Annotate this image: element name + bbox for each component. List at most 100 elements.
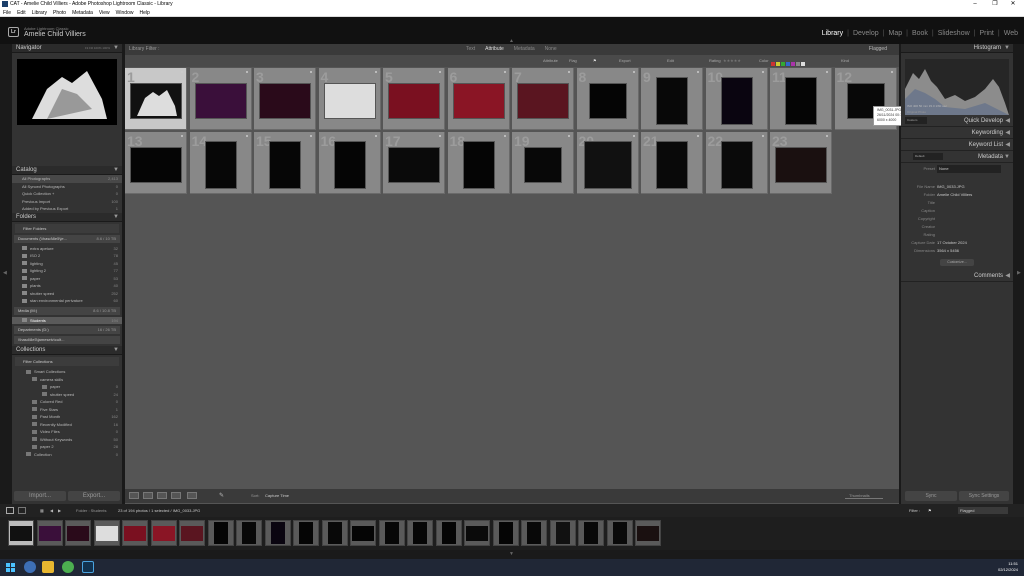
attr-rating[interactable]: Rating	[709, 55, 721, 67]
grid-icon[interactable]: ▦	[40, 504, 44, 517]
flag-badge-icon[interactable]	[697, 71, 699, 73]
menu-help[interactable]: Help	[139, 10, 149, 16]
windows-start-icon[interactable]	[6, 563, 15, 572]
flag-badge-icon[interactable]	[181, 135, 183, 137]
collection-item[interactable]: Five Stars 1	[12, 406, 122, 414]
stars-icon[interactable]: ★★★★★	[723, 55, 741, 67]
menu-edit[interactable]: Edit	[17, 10, 26, 16]
flag-badge-icon[interactable]	[761, 135, 764, 137]
navigator-zoom[interactable]: Fit Fill 100% 100%	[85, 46, 110, 50]
flag-badge-icon[interactable]	[245, 135, 248, 137]
flag-badge-icon[interactable]	[826, 135, 828, 137]
volume-documents[interactable]: Documents (\\hasd\8e5\je... 8.6 / 10 TB	[14, 234, 120, 243]
metadata-row[interactable]: Creator	[901, 223, 1013, 231]
flag-badge-icon[interactable]	[568, 135, 570, 137]
sync-settings-button[interactable]: Sync Settings	[959, 491, 1009, 501]
menu-window[interactable]: Window	[116, 10, 134, 16]
attr-edit[interactable]: Edit	[667, 55, 674, 67]
volume-share[interactable]: \\hasd\8e5\jamesetv\cult...	[14, 336, 120, 344]
filmstrip-thumbnail[interactable]	[407, 520, 433, 546]
flag-badge-icon[interactable]	[181, 71, 183, 73]
filmstrip-thumbnail[interactable]	[350, 520, 376, 546]
sort-select[interactable]: Capture Time	[265, 489, 289, 503]
collections-header[interactable]: ▼ Collections	[12, 346, 122, 355]
flag-badge-icon[interactable]	[245, 71, 248, 73]
painter-icon[interactable]: ✎	[219, 489, 224, 503]
metadata-row[interactable]: Folder Amelie Child Villiers	[901, 191, 1013, 199]
filmstrip-thumbnail[interactable]	[122, 520, 148, 546]
close-button[interactable]: ✕	[1006, 0, 1020, 9]
chrome-icon[interactable]	[62, 561, 74, 573]
filmstrip-thumbnail[interactable]	[464, 520, 490, 546]
collection-item[interactable]: paper 0	[12, 383, 122, 391]
flag-icon[interactable]: ⚑	[593, 55, 597, 67]
grid-cell[interactable]: 15	[254, 132, 316, 194]
grid-cell[interactable]: 9	[641, 68, 703, 130]
filter-tab-none[interactable]: None	[545, 46, 557, 52]
collection-item[interactable]: Past Month 162	[12, 413, 122, 421]
grid-cell[interactable]: 16	[318, 132, 381, 194]
histogram-header[interactable]: Histogram ▼	[901, 44, 1013, 53]
flag-badge-icon[interactable]	[890, 71, 893, 73]
volume-media[interactable]: Media (M:) 8.6 / 10.8 TB	[14, 306, 120, 315]
flag-badge-icon[interactable]	[503, 135, 506, 137]
folders-header[interactable]: ▼ Folders	[12, 212, 122, 222]
collection-item[interactable]: Recently Modified 16	[12, 421, 122, 429]
catalog-item[interactable]: Added by Previous Export 1	[12, 205, 122, 213]
folder-item[interactable]: paper 53	[12, 275, 122, 283]
color-swatches[interactable]	[771, 59, 807, 66]
metadata-row[interactable]: Dimensions 3564 x 5456	[901, 247, 1013, 255]
filmstrip-thumbnail[interactable]	[378, 520, 405, 546]
attr-kind[interactable]: Kind	[841, 55, 849, 67]
compare-view-button[interactable]	[157, 492, 167, 499]
filter-tab-attribute[interactable]: Attribute	[485, 46, 504, 52]
flag-badge-icon[interactable]	[439, 71, 441, 73]
metadata-row[interactable]: File Name IMG_0033.JPG	[901, 183, 1013, 191]
grid-cell[interactable]: 3	[254, 68, 316, 130]
grid-cell[interactable]: 14	[189, 132, 252, 194]
catalog-item[interactable]: All Synced Photographs 0	[12, 183, 122, 191]
folder-item[interactable]: stan environmental perivature 60	[12, 297, 122, 305]
collection-item[interactable]: Collection 0	[12, 451, 122, 459]
collection-item[interactable]: Colored Red 0	[12, 398, 122, 406]
filter-tab-metadata[interactable]: Metadata	[514, 46, 535, 52]
module-library[interactable]: Library	[822, 30, 843, 37]
window-2-icon[interactable]	[18, 507, 26, 514]
filmstrip-thumbnail[interactable]	[578, 520, 604, 546]
collection-item[interactable]: Without Keywords 50	[12, 436, 122, 444]
module-develop[interactable]: Develop	[853, 30, 879, 37]
grid-cell[interactable]: 18	[447, 132, 510, 194]
folder-item[interactable]: plants 40	[12, 282, 122, 290]
filmstrip-thumbnail[interactable]	[321, 520, 348, 546]
filmstrip-thumbnail[interactable]	[65, 520, 91, 546]
metadata-row[interactable]: Capture Date 17 October 2024	[901, 239, 1013, 247]
folder-item[interactable]: shutter speed 252	[12, 290, 122, 298]
menu-photo[interactable]: Photo	[53, 10, 66, 16]
catalog-header[interactable]: ▼ Catalog	[12, 166, 122, 175]
back-arrow-icon[interactable]: ◀	[50, 504, 53, 517]
file-explorer-icon[interactable]	[42, 561, 54, 573]
grid-cell[interactable]: 2	[189, 68, 252, 130]
grid-cell[interactable]: 10	[705, 68, 768, 130]
metadata-header[interactable]: Default Metadata ▼	[901, 151, 1013, 163]
grid-cell[interactable]: 17	[383, 132, 445, 194]
grid-cell[interactable]: 21	[641, 132, 703, 194]
people-view-button[interactable]	[187, 492, 197, 499]
flag-badge-icon[interactable]	[310, 71, 312, 73]
grid-cell[interactable]: 1	[125, 68, 187, 130]
source-path[interactable]: Folder : Students	[76, 504, 106, 517]
menu-metadata[interactable]: Metadata	[72, 10, 93, 16]
system-clock[interactable]: 11:51 02/12/2024	[998, 561, 1018, 573]
grid-cell[interactable]: 7	[512, 68, 574, 130]
flag-badge-icon[interactable]	[697, 135, 699, 137]
module-map[interactable]: Map	[888, 30, 902, 37]
filter-collections[interactable]: Filter Collections	[15, 357, 119, 366]
filmstrip-thumbnail[interactable]	[521, 520, 547, 546]
collection-item[interactable]: Video Files 0	[12, 428, 122, 436]
navigator-preview[interactable]	[17, 59, 117, 125]
saved-preset-select[interactable]: Custom	[905, 117, 927, 124]
filter-folders[interactable]: Filter Folders	[15, 223, 119, 233]
collection-item[interactable]: shutter speed 24	[12, 391, 122, 399]
filter-tab-text[interactable]: Text	[466, 46, 475, 52]
left-panel-toggle[interactable]: ◀	[3, 270, 7, 276]
